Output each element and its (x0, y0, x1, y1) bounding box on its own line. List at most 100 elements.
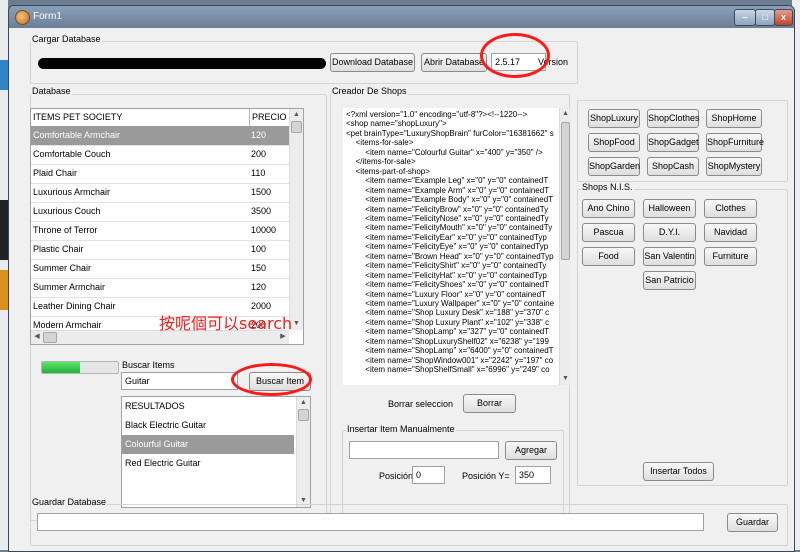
shop-button-shopgarden[interactable]: ShopGarden (588, 157, 640, 176)
nis-button-food[interactable]: Food (582, 247, 635, 266)
xml-scroll-thumb[interactable] (561, 122, 570, 260)
nis-button-furniture[interactable]: Furniture (704, 247, 757, 266)
hscroll-thumb[interactable] (43, 332, 57, 343)
pos-x-input[interactable]: 0 (412, 466, 445, 484)
table-row[interactable]: Plastic Chair 100 (31, 240, 289, 260)
maximize-button[interactable]: □ (755, 9, 775, 26)
results-scroll-up[interactable]: ▲ (297, 397, 310, 409)
cell-item-price: 3500 (251, 206, 272, 216)
shop-button-shopfood[interactable]: ShopFood (588, 133, 640, 152)
items-table-vscroll[interactable]: ▲ ▼ (289, 109, 303, 330)
table-row[interactable]: Throne of Terror 10000 (31, 221, 289, 241)
form-client-area: Cargar Database Download Database Abrir … (12, 28, 791, 548)
shop-button-shophome[interactable]: ShopHome (706, 109, 762, 128)
nis-button-d-y-i-[interactable]: D.Y.I. (643, 223, 696, 242)
cell-item-name: Leather Dining Chair (33, 301, 116, 311)
annotation-circle-version (480, 33, 550, 78)
table-row[interactable]: Luxurious Couch 3500 (31, 202, 289, 222)
cell-item-price: 1500 (251, 187, 272, 197)
table-row[interactable]: Plaid Chair 110 (31, 164, 289, 184)
shop-button-shopluxury[interactable]: ShopLuxury (588, 109, 640, 128)
cell-item-price: 10000 (251, 225, 277, 235)
pos-y-input[interactable]: 350 (515, 466, 551, 484)
nis-button-halloween[interactable]: Halloween (643, 199, 696, 218)
table-row[interactable]: Summer Armchair 120 (31, 278, 289, 298)
buscar-items-label: Buscar Items (122, 360, 175, 370)
close-button[interactable]: x (774, 9, 793, 26)
nis-button-ano-chino[interactable]: Ano Chino (582, 199, 635, 218)
cell-item-name: Modern Armchair (33, 320, 102, 330)
list-item-label: Black Electric Guitar (125, 420, 207, 430)
cell-item-name: Plastic Chair (33, 244, 84, 254)
shop-button-shopgadget[interactable]: ShopGadget (647, 133, 699, 152)
database-label: Database (31, 86, 72, 96)
cargar-database-label: Cargar Database (31, 34, 102, 44)
table-row[interactable]: Luxurious Armchair 1500 (31, 183, 289, 203)
nis-button-navidad[interactable]: Navidad (704, 223, 757, 242)
manual-item-input[interactable] (349, 441, 499, 459)
nis-button-san-valentin[interactable]: San Valentin (643, 247, 696, 266)
minimize-button[interactable]: – (734, 9, 756, 26)
redacted-path-bar (38, 58, 326, 69)
borrar-button[interactable]: Borrar (463, 394, 516, 413)
window-title: Form1 (33, 11, 62, 22)
insertar-manual-label: Insertar Item Manualmente (346, 424, 456, 434)
table-row[interactable]: Summer Chair 150 (31, 259, 289, 279)
xml-scroll-down[interactable]: ▼ (560, 373, 571, 385)
col-header-items[interactable]: ITEMS PET SOCIETY (33, 112, 122, 122)
list-item[interactable]: Black Electric Guitar (122, 416, 294, 435)
main-window: Form1 – □ x Cargar Database Download Dat… (8, 5, 795, 552)
download-database-button[interactable]: Download Database (330, 53, 415, 72)
results-header: RESULTADOS (125, 401, 185, 411)
cell-item-price: 110 (251, 168, 266, 178)
list-item[interactable]: Colourful Guitar (122, 435, 294, 454)
results-scroll-thumb[interactable] (298, 409, 309, 421)
table-row[interactable]: Comfortable Armchair 120 (31, 126, 289, 146)
agregar-button[interactable]: Agregar (505, 441, 557, 460)
cell-item-name: Summer Armchair (33, 282, 106, 292)
cell-item-name: Throne of Terror (33, 225, 98, 235)
title-bar[interactable]: Form1 – □ x (9, 6, 794, 28)
scroll-up-arrow[interactable]: ▲ (290, 109, 303, 121)
shop-button-shopcash[interactable]: ShopCash (647, 157, 699, 176)
cell-item-price: 120 (251, 130, 267, 140)
app-icon (15, 10, 30, 25)
guardar-button[interactable]: Guardar (727, 513, 778, 532)
items-table-header: ITEMS PET SOCIETY PRECIO (31, 109, 289, 127)
col-header-precio[interactable]: PRECIO (249, 109, 289, 126)
cell-item-price: 200 (251, 149, 267, 159)
xml-scroll-up[interactable]: ▲ (560, 108, 571, 120)
scroll-left-arrow[interactable]: ◀ (31, 331, 43, 344)
annotation-text: 按呢個可以search (159, 314, 293, 333)
load-progress-bar (41, 361, 119, 374)
shop-xml-editor[interactable]: <?xml version="1.0" encoding="utf-8"?><!… (343, 108, 559, 385)
results-vscroll[interactable]: ▲ ▼ (296, 397, 310, 507)
load-progress-fill (42, 362, 80, 373)
creador-shops-label: Creador De Shops (331, 86, 408, 96)
nis-button-clothes[interactable]: Clothes (704, 199, 757, 218)
buscar-input[interactable]: Guitar (121, 372, 238, 390)
cell-item-name: Comfortable Armchair (33, 130, 121, 140)
cell-item-price: 120 (251, 282, 267, 292)
xml-vscroll[interactable]: ▲ ▼ (559, 108, 571, 385)
shop-button-shopclothes[interactable]: ShopClothes (647, 109, 700, 128)
pos-y-label: Posición Y= (462, 471, 510, 481)
shop-button-shopmystery[interactable]: ShopMystery (706, 157, 762, 176)
scroll-thumb[interactable] (291, 121, 302, 133)
shop-button-shopfurniture[interactable]: ShopFurniture (706, 133, 764, 152)
cell-item-name: Summer Chair (33, 263, 92, 273)
table-row[interactable]: Comfortable Couch 200 (31, 145, 289, 165)
list-item-label: Red Electric Guitar (125, 458, 201, 468)
list-item[interactable]: Red Electric Guitar (122, 454, 294, 473)
abrir-database-button[interactable]: Abrir Database (421, 53, 487, 72)
guardar-path-input[interactable] (37, 513, 704, 531)
cell-item-price: 150 (251, 263, 267, 273)
cell-item-name: Luxurious Armchair (33, 187, 111, 197)
results-list[interactable]: RESULTADOS Black Electric Guitar Colourfu… (121, 396, 311, 508)
cell-item-name: Comfortable Couch (33, 149, 111, 159)
nis-button-pascua[interactable]: Pascua (582, 223, 635, 242)
background-desktop-left (0, 0, 8, 550)
nis-button-san-patricio[interactable]: San Patricio (643, 271, 696, 290)
insertar-todos-button[interactable]: Insertar Todos (643, 462, 714, 481)
list-item-label: Colourful Guitar (125, 439, 189, 449)
